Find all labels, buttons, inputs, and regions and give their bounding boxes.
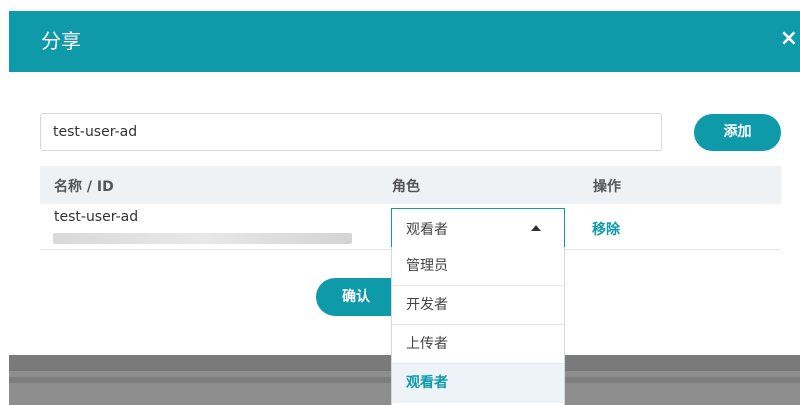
role-option-admin[interactable]: 管理员 (392, 247, 564, 286)
dialog-title: 分享 (41, 29, 81, 53)
role-dropdown-menu: 管理员 开发者 上传者 观看者 (391, 247, 565, 405)
user-search-input[interactable] (40, 113, 662, 151)
dialog-header: 分享 × (9, 11, 800, 72)
column-header-action: 操作 (593, 179, 621, 195)
close-icon[interactable]: × (780, 28, 798, 50)
column-header-name: 名称 / ID (54, 179, 114, 195)
role-option-developer[interactable]: 开发者 (392, 286, 564, 325)
role-select[interactable]: 观看者 (391, 208, 565, 248)
add-button[interactable]: 添加 (694, 114, 781, 151)
caret-up-icon (531, 225, 541, 231)
remove-link[interactable]: 移除 (592, 219, 620, 239)
role-option-viewer[interactable]: 观看者 (392, 364, 564, 403)
user-name: test-user-ad (54, 209, 139, 225)
column-header-role: 角色 (392, 179, 420, 195)
role-select-value: 观看者 (406, 222, 448, 238)
table-header: 名称 / ID 角色 操作 (40, 166, 781, 204)
role-option-uploader[interactable]: 上传者 (392, 325, 564, 364)
redacted-user-id (53, 233, 352, 244)
